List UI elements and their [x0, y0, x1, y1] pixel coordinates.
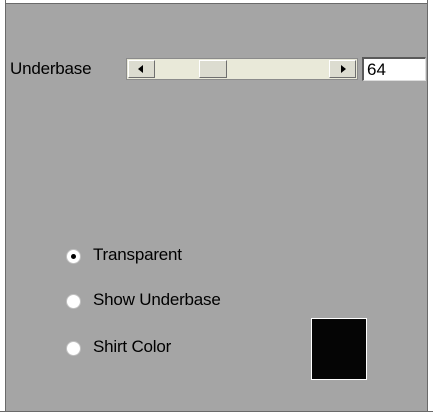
radio-selected-dot-icon	[71, 254, 76, 259]
arrow-left-icon	[138, 65, 143, 73]
radio-shirt-color-label[interactable]: Shirt Color	[93, 337, 171, 357]
shirt-color-swatch[interactable]	[311, 318, 367, 380]
underbase-settings-panel: Underbase Transparent Show Underbase Shi…	[0, 0, 433, 414]
radio-shirt-color[interactable]	[66, 341, 81, 356]
scroll-left-button[interactable]	[128, 60, 155, 78]
underbase-label: Underbase	[10, 59, 92, 78]
radio-show-underbase-label[interactable]: Show Underbase	[93, 290, 221, 310]
panel-left-edge	[0, 0, 6, 414]
panel-right-edge	[427, 0, 433, 414]
radio-transparent[interactable]	[66, 249, 81, 264]
panel-top-edge	[0, 0, 433, 4]
arrow-right-icon	[341, 65, 346, 73]
slider-thumb[interactable]	[199, 60, 227, 78]
underbase-value-field[interactable]	[362, 57, 426, 81]
radio-show-underbase[interactable]	[66, 294, 81, 309]
scroll-right-button[interactable]	[329, 60, 356, 78]
radio-transparent-label[interactable]: Transparent	[93, 245, 182, 265]
underbase-slider[interactable]	[126, 58, 358, 80]
